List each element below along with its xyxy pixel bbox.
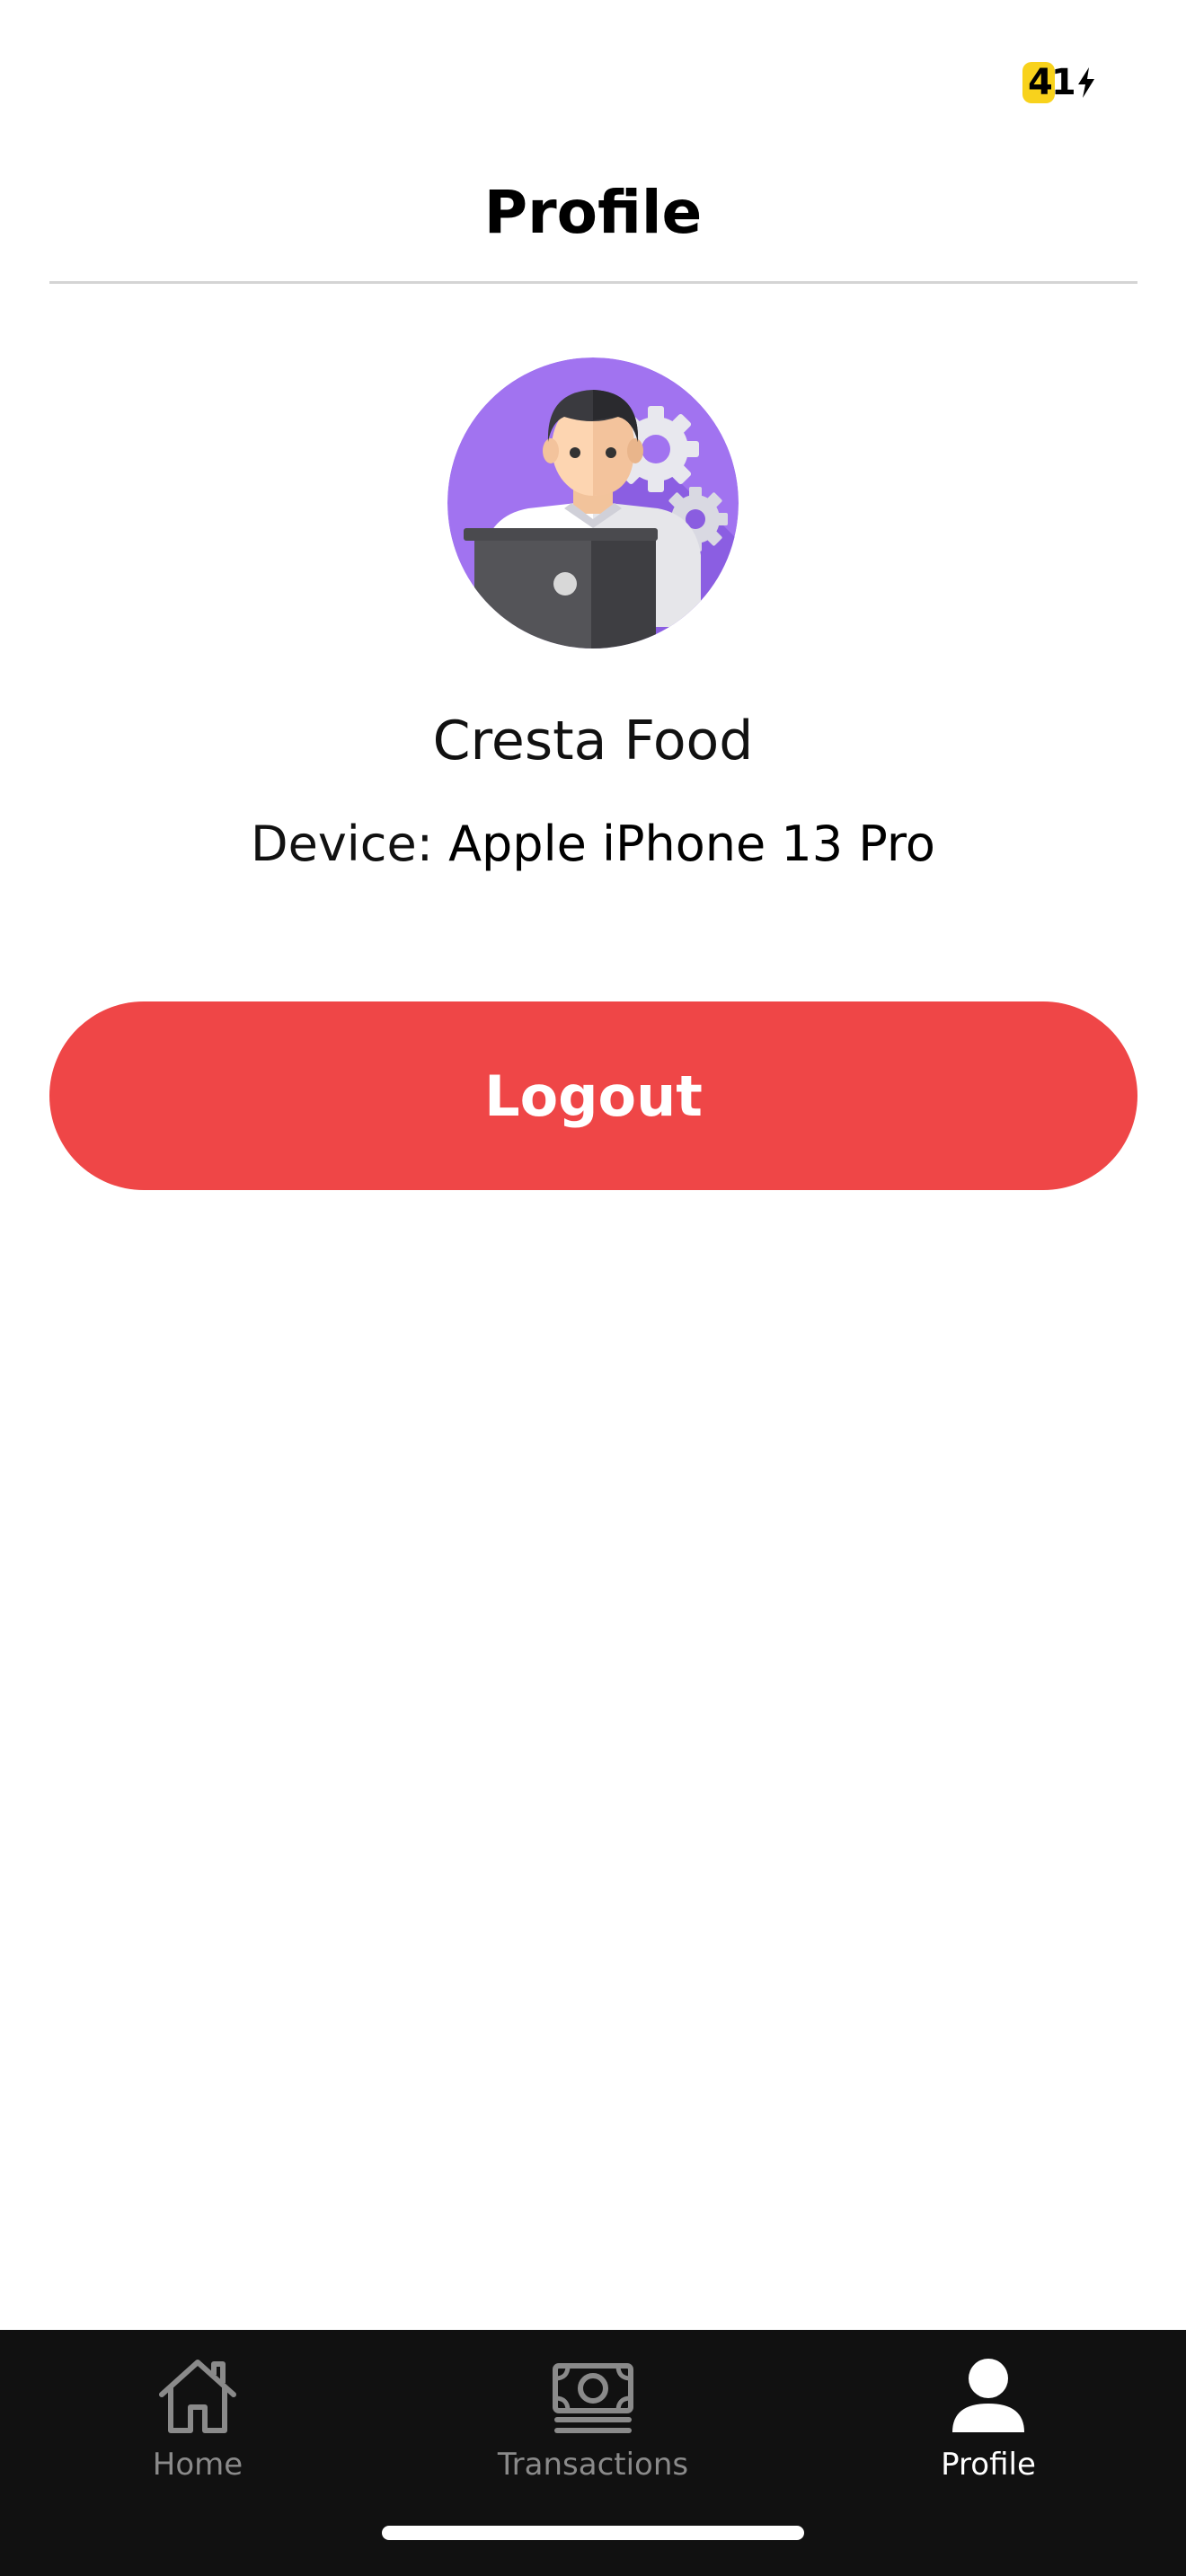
battery-level: 41: [1028, 62, 1076, 103]
person-icon: [952, 2359, 1024, 2432]
home-indicator: [382, 2526, 804, 2540]
charging-bolt-icon: [1077, 67, 1094, 98]
profile-screen: 41 Profile Cresta Food Device: Apple iPh…: [0, 0, 1186, 2576]
logout-button[interactable]: Logout: [49, 1001, 1137, 1190]
avatar: [447, 357, 739, 648]
device-value: Apple iPhone 13 Pro: [448, 816, 935, 872]
header-divider: [49, 281, 1137, 284]
nav-item-profile[interactable]: Profile: [791, 2330, 1186, 2510]
nav-item-home[interactable]: Home: [0, 2330, 395, 2510]
page-title: Profile: [483, 178, 703, 247]
nav-label-profile: Profile: [941, 2447, 1036, 2483]
device-label: Device:: [251, 816, 433, 872]
profile-name: Cresta Food: [432, 710, 754, 772]
developer-avatar-icon: [447, 357, 739, 648]
nav-label-transactions: Transactions: [497, 2447, 689, 2483]
status-bar: 41: [0, 0, 1186, 135]
device-info: Device: Apple iPhone 13 Pro: [0, 808, 1186, 880]
nav-item-transactions[interactable]: Transactions: [395, 2330, 791, 2510]
bottom-nav: Home Transactions Profile: [0, 2330, 1186, 2576]
battery-indicator: 41: [1022, 62, 1096, 103]
banknote-icon: [553, 2363, 633, 2433]
nav-label-home: Home: [152, 2447, 243, 2483]
home-icon: [159, 2360, 236, 2433]
